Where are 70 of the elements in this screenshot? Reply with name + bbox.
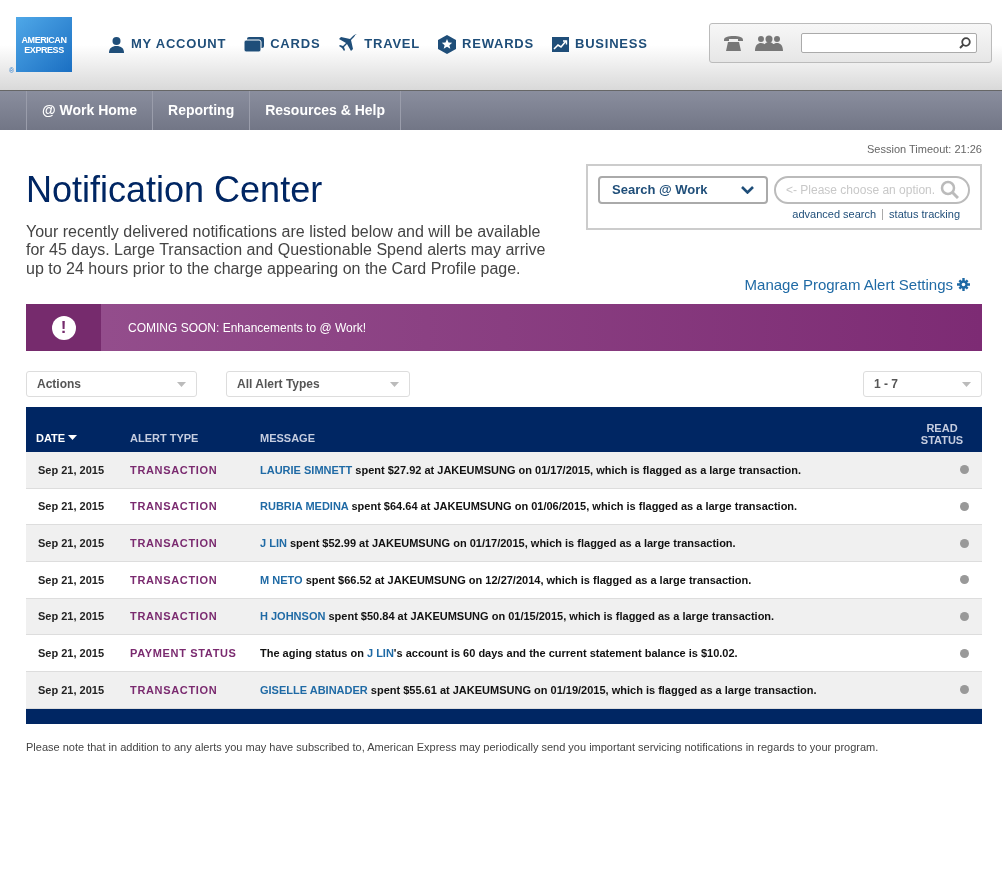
- search-link[interactable]: status tracking: [882, 208, 960, 220]
- sort-down-icon: [68, 435, 78, 441]
- person-link[interactable]: LAURIE SIMNETT: [260, 463, 353, 476]
- subnav-tab[interactable]: Reporting: [153, 91, 251, 130]
- person-link[interactable]: M NETO: [260, 573, 303, 586]
- banner-text: COMING SOON: Enhancements to @ Work!: [128, 319, 367, 337]
- nav-link[interactable]: REWARDS: [438, 34, 534, 54]
- star-badge-icon: [438, 34, 457, 54]
- caret-icon: [962, 381, 971, 387]
- column-header[interactable]: MESSAGE: [260, 429, 315, 446]
- intro-text: Your recently delivered notifications are listed below and will be available for 45 days. Large Transaction and Questionable Spend alerts may arrive up to 24 hours prior to the charge appearing on the Card Profile page.: [26, 222, 546, 278]
- filter-dropdown[interactable]: All Alert Types: [226, 371, 410, 397]
- caret-icon: [177, 381, 186, 387]
- manage-alerts-link[interactable]: Manage Program Alert Settings: [744, 273, 970, 296]
- date-cell: Sep 21, 2015: [38, 463, 105, 476]
- alert-type-cell: TRANSACTION: [130, 463, 218, 476]
- person-icon: [108, 35, 125, 53]
- date-cell: Sep 21, 2015: [38, 683, 105, 696]
- search-icon: [940, 180, 959, 199]
- phone-icon[interactable]: [724, 35, 743, 51]
- caret-icon: [390, 381, 399, 387]
- filter-dropdown[interactable]: Actions: [26, 371, 197, 397]
- message-text: H JOHNSON spent $50.84 at JAKEUMSUNG on 01/15/2015, which is flagged as a large transaction.: [260, 610, 775, 623]
- message-text: M NETO spent $66.52 at JAKEUMSUNG on 12/27/2014, which is flagged as a large transaction.: [260, 573, 752, 586]
- logo[interactable]: AMERICAN EXPRESS: [16, 17, 72, 72]
- subnav-tab[interactable]: Resources & Help: [250, 91, 401, 130]
- chevron-icon: [741, 185, 754, 194]
- person-link[interactable]: H JOHNSON: [260, 610, 326, 623]
- nav-link[interactable]: MY ACCOUNT: [108, 34, 227, 54]
- nav-link[interactable]: TRAVEL: [338, 34, 421, 54]
- date-cell: Sep 21, 2015: [38, 573, 105, 586]
- column-header[interactable]: ALERT TYPE: [130, 429, 199, 446]
- date-cell: Sep 21, 2015: [38, 647, 105, 660]
- message-text: LAURIE SIMNETT spent $27.92 at JAKEUMSUNG on 01/17/2015, which is flagged as a large transaction.: [260, 463, 801, 476]
- message-text: The aging status on J LIN's account is 60 days and the current statement balance is $10.02.: [260, 647, 738, 660]
- message-text: J LIN spent $52.99 at JAKEUMSUNG on 01/17/2015, which is flagged as a large transaction.: [260, 536, 736, 549]
- date-cell: Sep 21, 2015: [38, 610, 105, 623]
- date-cell: Sep 21, 2015: [38, 500, 105, 513]
- message-text: GISELLE ABINADER spent $55.61 at JAKEUMSUNG on 01/19/2015, which is flagged as a large transaction.: [260, 683, 817, 696]
- search-link[interactable]: advanced search: [792, 208, 877, 220]
- alert-type-cell: PAYMENT STATUS: [130, 647, 237, 660]
- alert-type-cell: TRANSACTION: [130, 610, 218, 623]
- person-link[interactable]: GISELLE ABINADER: [260, 683, 368, 696]
- person-link[interactable]: RUBRIA MEDINA: [260, 500, 349, 513]
- nav-link[interactable]: CARDS: [244, 34, 321, 54]
- message-text: RUBRIA MEDINA spent $64.64 at JAKEUMSUNG on 01/06/2015, which is flagged as a large transaction.: [260, 500, 798, 513]
- alert-icon: !: [51, 315, 76, 340]
- gear-icon: [957, 278, 970, 292]
- alert-type-cell: TRANSACTION: [130, 500, 218, 513]
- session-timeout: Session Timeout: 21:26: [867, 142, 982, 157]
- alert-type-cell: TRANSACTION: [130, 683, 218, 696]
- alert-type-cell: TRANSACTION: [130, 573, 218, 586]
- nav-link[interactable]: BUSINESS: [551, 34, 648, 54]
- date-cell: Sep 21, 2015: [38, 536, 105, 549]
- page-title: Notification Center: [26, 169, 324, 210]
- card-icon: [244, 36, 265, 52]
- column-header[interactable]: DATE: [36, 429, 78, 446]
- search-field[interactable]: [801, 33, 977, 53]
- chart-icon: [551, 36, 569, 52]
- search-dropdown[interactable]: Search @ Work: [598, 175, 768, 204]
- footnote: Please note that in addition to any alerts you may have subscribed to, American Express may periodically send you important servicing notifications in regards to your program.: [26, 739, 880, 755]
- column-header[interactable]: READ STATUS: [917, 422, 967, 446]
- person-link[interactable]: J LIN: [366, 647, 394, 660]
- alert-type-cell: TRANSACTION: [130, 536, 218, 549]
- people-icon[interactable]: [755, 35, 783, 51]
- filter-dropdown[interactable]: 1 - 7: [863, 371, 982, 397]
- person-link[interactable]: J LIN: [260, 536, 287, 549]
- plane-icon: [338, 34, 359, 54]
- subnav-tab[interactable]: @ Work Home: [27, 91, 154, 130]
- search-icon: [959, 37, 971, 49]
